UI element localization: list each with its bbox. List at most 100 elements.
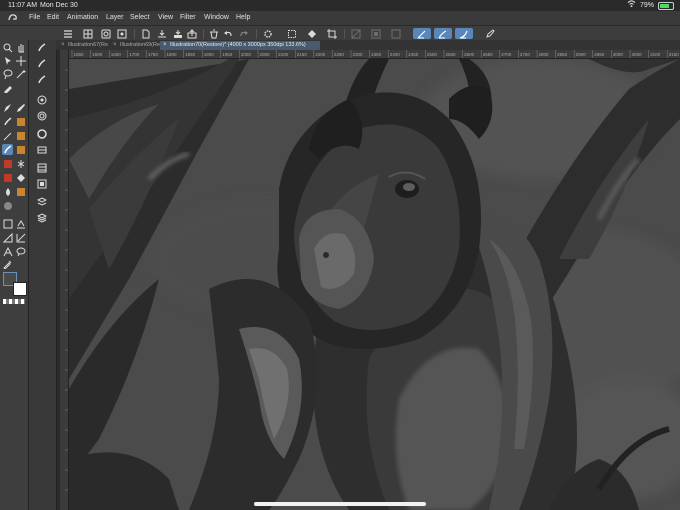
ruler-tool-icon[interactable]: [2, 232, 13, 243]
zoom-icon[interactable]: [2, 42, 13, 53]
document-tabs: × Illustration67(Re × Illustration69(Re …: [56, 40, 680, 50]
balloon-icon[interactable]: [15, 246, 26, 257]
fill-tool-icon[interactable]: [15, 172, 26, 183]
layer-icon[interactable]: [36, 196, 47, 207]
clear-selection-icon[interactable]: [350, 28, 362, 39]
correction-icon[interactable]: [2, 200, 13, 211]
color-set-icon[interactable]: [36, 162, 47, 173]
close-icon[interactable]: ×: [61, 41, 65, 50]
ruler-tick-label: 2150: [297, 52, 308, 57]
hand-icon[interactable]: [15, 42, 26, 53]
selection-border-icon[interactable]: [390, 28, 402, 39]
app-logo-icon[interactable]: [8, 11, 18, 25]
status-date: Mon Dec 30: [40, 2, 78, 9]
pen-stroke-icon[interactable]: [413, 28, 431, 39]
material-icon[interactable]: [100, 28, 112, 39]
subtool-properties-icon[interactable]: [36, 94, 47, 105]
menu-file[interactable]: File: [29, 11, 40, 25]
color-wheel-icon[interactable]: [36, 128, 47, 139]
settings-gear-icon[interactable]: [262, 28, 274, 39]
tab-illustration67[interactable]: × Illustration67(Re: [58, 41, 118, 50]
pen-tool-icon[interactable]: [2, 102, 13, 113]
close-icon[interactable]: ×: [163, 41, 167, 50]
eraser-icon[interactable]: [2, 158, 13, 169]
close-icon[interactable]: ×: [113, 41, 117, 50]
move-layer-icon[interactable]: [15, 55, 26, 66]
ruler-tick-label: 2650: [483, 52, 494, 57]
fill-bucket-icon[interactable]: [306, 28, 318, 39]
sub-color-swatch[interactable]: [13, 282, 27, 296]
ruler-tick-label: 1700: [129, 52, 140, 57]
brush-icon[interactable]: [2, 116, 13, 127]
brush-size-icon[interactable]: [36, 110, 47, 121]
figure-icon[interactable]: [2, 218, 13, 229]
gradient-icon[interactable]: [2, 186, 13, 197]
open-file-icon[interactable]: [156, 28, 168, 39]
battery-percent: 79%: [639, 2, 654, 9]
pencil-tool-icon[interactable]: [15, 102, 26, 113]
color-slider-icon[interactable]: [36, 144, 47, 155]
reference-icon[interactable]: [116, 28, 128, 39]
menu-window[interactable]: Window: [204, 11, 229, 25]
heart-brush-icon[interactable]: [2, 172, 13, 183]
subtool-round-brush-icon[interactable]: [36, 42, 47, 53]
redo-icon[interactable]: [238, 28, 250, 39]
toolbar-divider: [256, 29, 257, 39]
hamburger-menu-icon[interactable]: [62, 28, 74, 39]
invert-selection-icon[interactable]: [370, 28, 382, 39]
subtool-dry-brush-icon[interactable]: [36, 74, 47, 85]
intermediate-color-icon[interactable]: [36, 178, 47, 189]
transparent-color-swatch[interactable]: [3, 299, 25, 304]
line-tool-icon[interactable]: [15, 232, 26, 243]
decoration-icon[interactable]: [2, 130, 13, 141]
pen-smooth-icon[interactable]: [434, 28, 452, 39]
menu-select[interactable]: Select: [130, 11, 149, 25]
new-file-icon[interactable]: [140, 28, 152, 39]
pen-taper-icon[interactable]: [455, 28, 473, 39]
color-picker-icon[interactable]: [2, 258, 13, 269]
ruler-tick-label: 1600: [92, 52, 103, 57]
magic-wand-icon[interactable]: [15, 68, 26, 79]
menu-layer[interactable]: Layer: [106, 11, 124, 25]
edit-pen-icon[interactable]: [484, 28, 496, 39]
text-tool-icon[interactable]: [2, 246, 13, 257]
save-icon[interactable]: [172, 28, 184, 39]
ruler-tick-label: 2200: [315, 52, 326, 57]
menu-edit[interactable]: Edit: [47, 11, 59, 25]
ruler-tick-label: 3150: [669, 52, 680, 57]
paintbrush-icon[interactable]: [2, 144, 13, 155]
blend-icon[interactable]: [15, 144, 26, 155]
undo-icon[interactable]: [222, 28, 234, 39]
watercolor-icon[interactable]: [15, 130, 26, 141]
blur-icon[interactable]: [15, 186, 26, 197]
ruler-tick-label: 2300: [353, 52, 364, 57]
ruler-tick-label: 1850: [185, 52, 196, 57]
ruler-tick-label: 3050: [632, 52, 643, 57]
export-icon[interactable]: [186, 28, 198, 39]
lasso-icon[interactable]: [2, 68, 13, 79]
airbrush-icon[interactable]: [15, 116, 26, 127]
menu-animation[interactable]: Animation: [67, 11, 98, 25]
subtool-flat-brush-icon[interactable]: [36, 58, 47, 69]
eyedropper-icon[interactable]: [2, 82, 13, 93]
menu-view[interactable]: View: [158, 11, 173, 25]
transform-icon[interactable]: [286, 28, 298, 39]
ruler-tick-label: 1750: [148, 52, 159, 57]
battery-icon: [658, 1, 674, 10]
drawing-canvas[interactable]: [69, 59, 680, 510]
distort-icon[interactable]: [15, 158, 26, 169]
grid-menu-icon[interactable]: [82, 28, 94, 39]
tab-illustration70[interactable]: × Illustration70(Restore)* (4000 x 3000p…: [160, 41, 320, 50]
menu-filter[interactable]: Filter: [180, 11, 196, 25]
ruler-tick-label: 2950: [594, 52, 605, 57]
crop-icon[interactable]: [326, 28, 338, 39]
home-indicator[interactable]: [254, 502, 426, 506]
tab-label: Illustration69(Re: [120, 42, 161, 48]
delete-icon[interactable]: [208, 28, 220, 39]
ruler-tick-label: 2050: [260, 52, 271, 57]
layer-stack-icon[interactable]: [36, 212, 47, 223]
frame-icon[interactable]: [15, 218, 26, 229]
menu-help[interactable]: Help: [236, 11, 250, 25]
ruler-tick-label: 3000: [613, 52, 624, 57]
operation-icon[interactable]: [2, 55, 13, 66]
